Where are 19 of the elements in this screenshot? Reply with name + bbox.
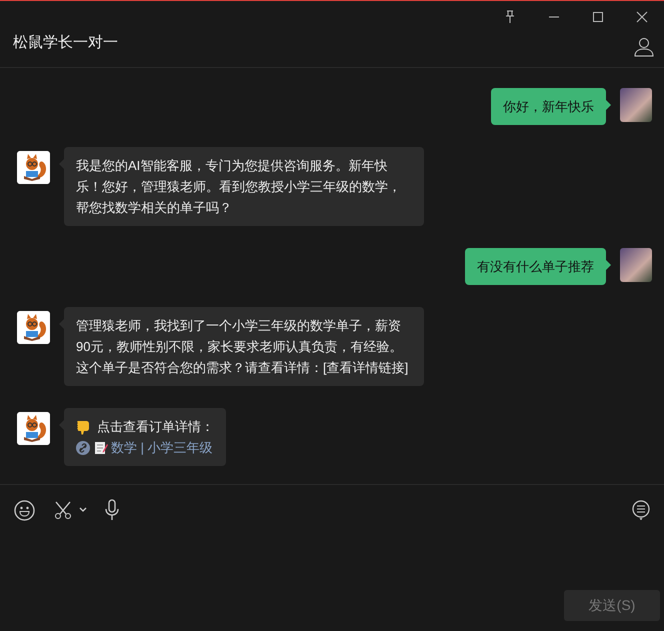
pointing-hand-icon (76, 418, 90, 434)
caret-icon[interactable] (79, 507, 87, 513)
squirrel-avatar-icon (17, 151, 50, 184)
avatar-picture (620, 88, 652, 122)
person-icon[interactable] (634, 37, 654, 57)
card-text: 点击查看订单详情： (97, 418, 214, 436)
bubble-tail (606, 260, 611, 270)
chat-history-icon[interactable] (632, 500, 650, 520)
microphone-icon[interactable] (105, 499, 119, 521)
squirrel-avatar-icon (17, 311, 50, 344)
link-icon (76, 440, 90, 454)
memo-icon (94, 440, 108, 455)
order-link[interactable]: 数学 | 小学三年级 (111, 437, 213, 458)
squirrel-avatar-icon (17, 412, 50, 445)
window-title: 松鼠学长一对一 (13, 33, 118, 53)
bubble-tail (606, 100, 611, 110)
scissors-icon[interactable] (53, 500, 73, 520)
emoji-icon[interactable] (14, 500, 35, 520)
avatar-picture (620, 248, 652, 282)
